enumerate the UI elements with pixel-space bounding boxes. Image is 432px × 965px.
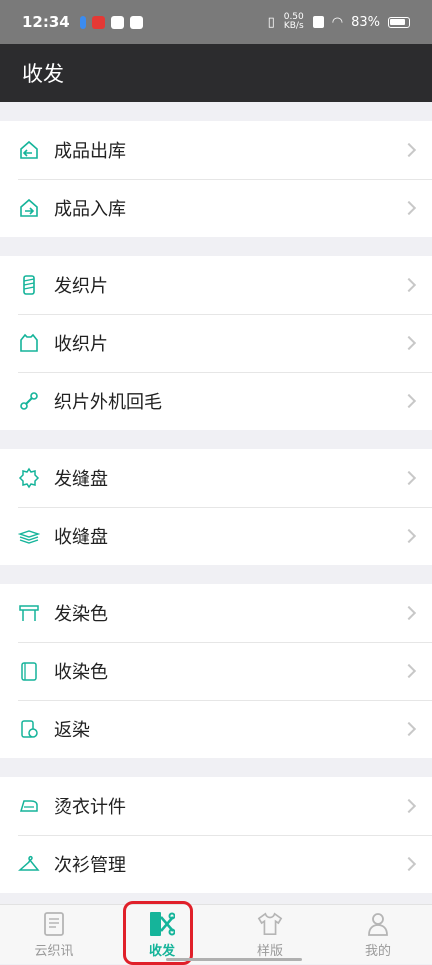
menu-item-send-dye[interactable]: 发染色 bbox=[0, 584, 432, 642]
tab-yangban[interactable]: 样版 bbox=[216, 905, 324, 964]
chevron-right-icon bbox=[402, 664, 416, 678]
menu-item-label: 次衫管理 bbox=[54, 851, 126, 877]
chevron-right-icon bbox=[402, 799, 416, 813]
redye-icon bbox=[18, 718, 40, 740]
chevron-right-icon bbox=[402, 529, 416, 543]
menu-item-knit-return-yarn[interactable]: 织片外机回毛 bbox=[0, 372, 432, 430]
chevron-right-icon bbox=[402, 857, 416, 871]
menu-item-defective-shirt-management[interactable]: 次衫管理 bbox=[0, 835, 432, 893]
menu-item-send-seam[interactable]: 发缝盘 bbox=[0, 449, 432, 507]
menu-item-label: 收染色 bbox=[54, 658, 108, 684]
tab-label: 我的 bbox=[365, 940, 391, 959]
gear-icon bbox=[18, 467, 40, 489]
sweater-icon bbox=[18, 332, 40, 354]
tab-yunzhixun[interactable]: 云织讯 bbox=[0, 905, 108, 964]
chevron-right-icon bbox=[402, 471, 416, 485]
menu-item-receive-seam[interactable]: 收缝盘 bbox=[0, 507, 432, 565]
chevron-right-icon bbox=[402, 201, 416, 215]
spool-icon bbox=[18, 274, 40, 296]
menu-item-send-knit[interactable]: 发织片 bbox=[0, 256, 432, 314]
menu-item-redye[interactable]: 返染 bbox=[0, 700, 432, 758]
stack-icon bbox=[18, 525, 40, 547]
status-right: ▯ 0.50 KB/s ◠ 83% bbox=[268, 13, 410, 31]
yarn-link-icon bbox=[18, 390, 40, 412]
home-indicator bbox=[166, 958, 302, 961]
download-icon bbox=[80, 16, 86, 29]
iron-icon bbox=[18, 795, 40, 817]
menu-item-finished-out[interactable]: 成品出库 bbox=[0, 121, 432, 179]
menu-item-label: 发染色 bbox=[54, 600, 108, 626]
battery-percent: 83% bbox=[351, 15, 380, 30]
menu-group-knit: 发织片 收织片 织片外机回毛 bbox=[0, 256, 432, 430]
vibrate-icon: ▯ bbox=[268, 15, 275, 30]
active-tab-highlight bbox=[123, 901, 193, 965]
chevron-right-icon bbox=[402, 394, 416, 408]
menu-item-label: 收缝盘 bbox=[54, 523, 108, 549]
chevron-right-icon bbox=[402, 606, 416, 620]
message-icon bbox=[130, 16, 143, 29]
menu-item-label: 发缝盘 bbox=[54, 465, 108, 491]
menu-list: 成品出库 成品入库 发织片 收织片 bbox=[0, 102, 432, 904]
dye-roll-icon bbox=[18, 660, 40, 682]
status-bar: 12:34 ▯ 0.50 KB/s ◠ 83% bbox=[0, 0, 432, 44]
menu-group-dye: 发染色 收染色 返染 bbox=[0, 584, 432, 758]
menu-item-label: 成品出库 bbox=[54, 137, 126, 163]
menu-item-label: 烫衣计件 bbox=[54, 793, 126, 819]
sim-icon bbox=[313, 16, 324, 28]
bottom-tab-bar: 云织讯 收发 样版 我的 bbox=[0, 904, 432, 964]
document-icon bbox=[41, 911, 67, 937]
menu-item-finished-in[interactable]: 成品入库 bbox=[0, 179, 432, 237]
menu-item-receive-dye[interactable]: 收染色 bbox=[0, 642, 432, 700]
status-time: 12:34 bbox=[22, 13, 70, 31]
menu-item-receive-knit[interactable]: 收织片 bbox=[0, 314, 432, 372]
app-notification-icon bbox=[92, 16, 105, 29]
person-icon bbox=[365, 911, 391, 937]
chevron-right-icon bbox=[402, 278, 416, 292]
exit-icon bbox=[18, 139, 40, 161]
battery-icon bbox=[388, 17, 410, 28]
tab-label: 样版 bbox=[257, 940, 283, 959]
hanger-icon bbox=[18, 853, 40, 875]
chevron-right-icon bbox=[402, 143, 416, 157]
dye-icon bbox=[18, 602, 40, 624]
enter-icon bbox=[18, 197, 40, 219]
app-notification-icon bbox=[111, 16, 124, 29]
menu-group-finished: 成品出库 成品入库 bbox=[0, 121, 432, 237]
menu-item-label: 发织片 bbox=[54, 272, 108, 298]
menu-item-label: 收织片 bbox=[54, 330, 108, 356]
wifi-icon: ◠ bbox=[332, 15, 343, 30]
menu-item-label: 成品入库 bbox=[54, 195, 126, 221]
menu-item-label: 返染 bbox=[54, 716, 90, 742]
menu-group-seam: 发缝盘 收缝盘 bbox=[0, 449, 432, 565]
tab-wode[interactable]: 我的 bbox=[324, 905, 432, 964]
chevron-right-icon bbox=[402, 336, 416, 350]
shirt-icon bbox=[257, 911, 283, 937]
tab-label: 云织讯 bbox=[34, 940, 73, 959]
page-title: 收发 bbox=[22, 58, 64, 88]
page-header: 收发 bbox=[0, 44, 432, 102]
menu-item-label: 织片外机回毛 bbox=[54, 388, 162, 414]
menu-item-ironing-piecework[interactable]: 烫衣计件 bbox=[0, 777, 432, 835]
notification-icons bbox=[80, 16, 143, 29]
menu-group-finishing: 烫衣计件 次衫管理 bbox=[0, 777, 432, 893]
chevron-right-icon bbox=[402, 722, 416, 736]
net-speed: 0.50 KB/s bbox=[283, 13, 305, 31]
